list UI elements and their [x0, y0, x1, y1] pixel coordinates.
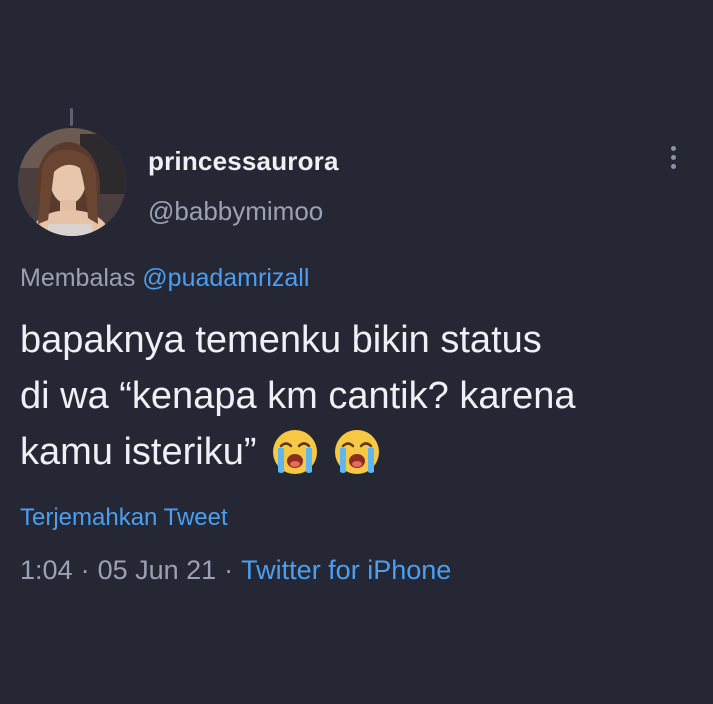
emoji-group — [271, 422, 386, 478]
loudly-crying-face-icon — [335, 429, 380, 474]
tweet-text-fragment: kamu isteriku” — [20, 431, 257, 473]
tweet-metadata: 1:04 · 05 Jun 21 · Twitter for iPhone — [20, 555, 451, 586]
tweet-text-line: bapaknya temenku bikin status — [20, 319, 542, 361]
loudly-crying-face-icon — [272, 429, 317, 474]
tweet-source-link[interactable]: Twitter for iPhone — [241, 555, 451, 585]
avatar[interactable] — [18, 128, 126, 236]
separator: · — [224, 555, 234, 585]
tweet-time: 1:04 — [20, 555, 73, 585]
profile-photo — [18, 128, 126, 236]
reply-mention-link[interactable]: @puadamrizall — [142, 264, 309, 292]
tweet-date[interactable]: 05 Jun 21 — [98, 555, 217, 585]
tweet-text-line: di wa “kenapa km cantik? karena — [20, 375, 576, 417]
reply-context: Membalas @puadamrizall — [20, 264, 309, 293]
reply-prefix: Membalas — [20, 264, 136, 292]
username[interactable]: @babbymimoo — [148, 196, 323, 227]
tweet-text-line-last: kamu isteriku” — [20, 424, 690, 482]
tweet-text: bapaknya temenku bikin status di wa “ken… — [20, 312, 690, 482]
translate-tweet-link[interactable]: Terjemahkan Tweet — [20, 504, 228, 532]
thread-connector-line — [70, 108, 73, 126]
more-vertical-icon[interactable] — [664, 146, 682, 176]
display-name[interactable]: princessaurora — [148, 146, 339, 177]
separator: · — [80, 555, 90, 585]
